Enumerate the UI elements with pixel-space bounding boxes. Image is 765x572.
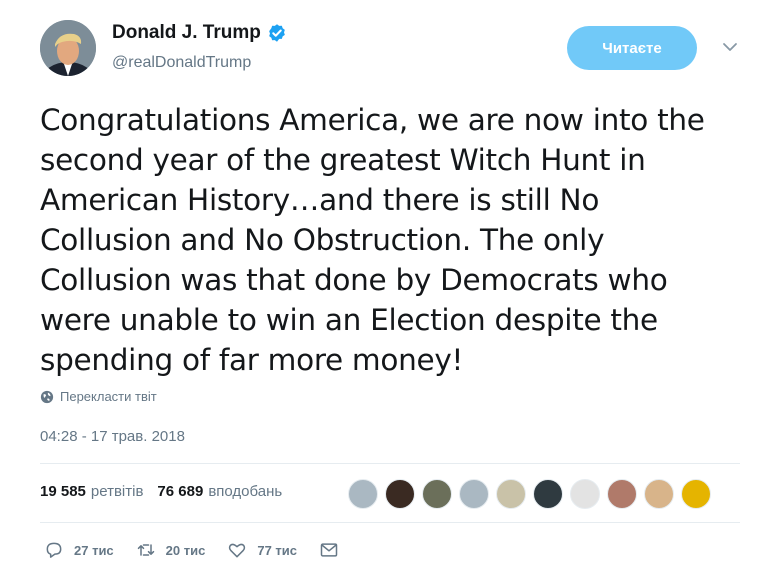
liker-avatar-3[interactable]: [422, 479, 452, 509]
liker-avatar-10[interactable]: [681, 479, 711, 509]
tweet-text: Congratulations America, we are now into…: [40, 100, 750, 380]
liker-avatar-7[interactable]: [570, 479, 600, 509]
tweet-text-line: Congratulations America, we are now into…: [40, 103, 705, 137]
retweet-count: 20 тис: [165, 542, 206, 558]
globe-icon: [40, 390, 54, 403]
user-handle[interactable]: @realDonaldTrump: [112, 54, 251, 72]
divider-top: [40, 463, 740, 464]
liker-avatar-4[interactable]: [459, 479, 489, 509]
tweet-actions: 27 тис 20 тис 77 тис: [44, 540, 371, 560]
retweets-label[interactable]: ретвітів: [91, 483, 144, 500]
verified-badge-icon: [269, 24, 285, 42]
tweet-text-line: American History…and there is still No: [40, 183, 600, 217]
liker-avatar-6[interactable]: [533, 479, 563, 509]
translate-tweet-link[interactable]: Перекласти твіт: [40, 389, 157, 404]
direct-message-icon[interactable]: [319, 540, 339, 560]
tweet-card: Donald J. Trump @realDonaldTrump Читаєте…: [0, 0, 765, 572]
reply-icon[interactable]: [44, 540, 64, 560]
display-name[interactable]: Donald J. Trump: [112, 22, 261, 44]
divider-bottom: [40, 522, 740, 523]
tweet-text-line: were unable to win an Election despite t…: [40, 303, 658, 337]
direct-message-action[interactable]: [319, 540, 349, 560]
name-row: Donald J. Trump: [112, 22, 287, 44]
chevron-down-icon[interactable]: [721, 40, 739, 54]
tweet-stats: 19 585 ретвітів 76 689 вподобань: [40, 483, 296, 500]
following-button[interactable]: Читаєте: [567, 26, 697, 70]
liker-avatar-8[interactable]: [607, 479, 637, 509]
tweet-text-line: Collusion was that done by Democrats who: [40, 263, 668, 297]
avatar-portrait: [40, 20, 96, 76]
likes-count[interactable]: 76 689: [157, 483, 203, 500]
tweet-text-line: Collusion and No Obstruction. The only: [40, 223, 605, 257]
reply-count: 27 тис: [74, 542, 114, 558]
tweet-text-line: second year of the greatest Witch Hunt i…: [40, 143, 646, 177]
retweets-count[interactable]: 19 585: [40, 483, 86, 500]
tweet-text-line: spending of far more money!: [40, 343, 464, 377]
liker-avatar-5[interactable]: [496, 479, 526, 509]
liker-avatar-2[interactable]: [385, 479, 415, 509]
retweet-action[interactable]: 20 тис: [136, 540, 206, 560]
likes-label[interactable]: вподобань: [208, 483, 282, 500]
retweet-icon[interactable]: [136, 540, 156, 560]
translate-tweet-label[interactable]: Перекласти твіт: [60, 389, 157, 404]
liker-avatar-9[interactable]: [644, 479, 674, 509]
like-count: 77 тис: [257, 542, 298, 558]
liker-avatar-1[interactable]: [348, 479, 378, 509]
like-action[interactable]: 77 тис: [227, 540, 297, 560]
heart-icon[interactable]: [227, 540, 247, 560]
reply-action[interactable]: 27 тис: [44, 540, 114, 560]
user-avatar[interactable]: [40, 20, 96, 76]
liker-avatars: [348, 479, 718, 509]
tweet-timestamp[interactable]: 04:28 - 17 трав. 2018: [40, 428, 185, 445]
